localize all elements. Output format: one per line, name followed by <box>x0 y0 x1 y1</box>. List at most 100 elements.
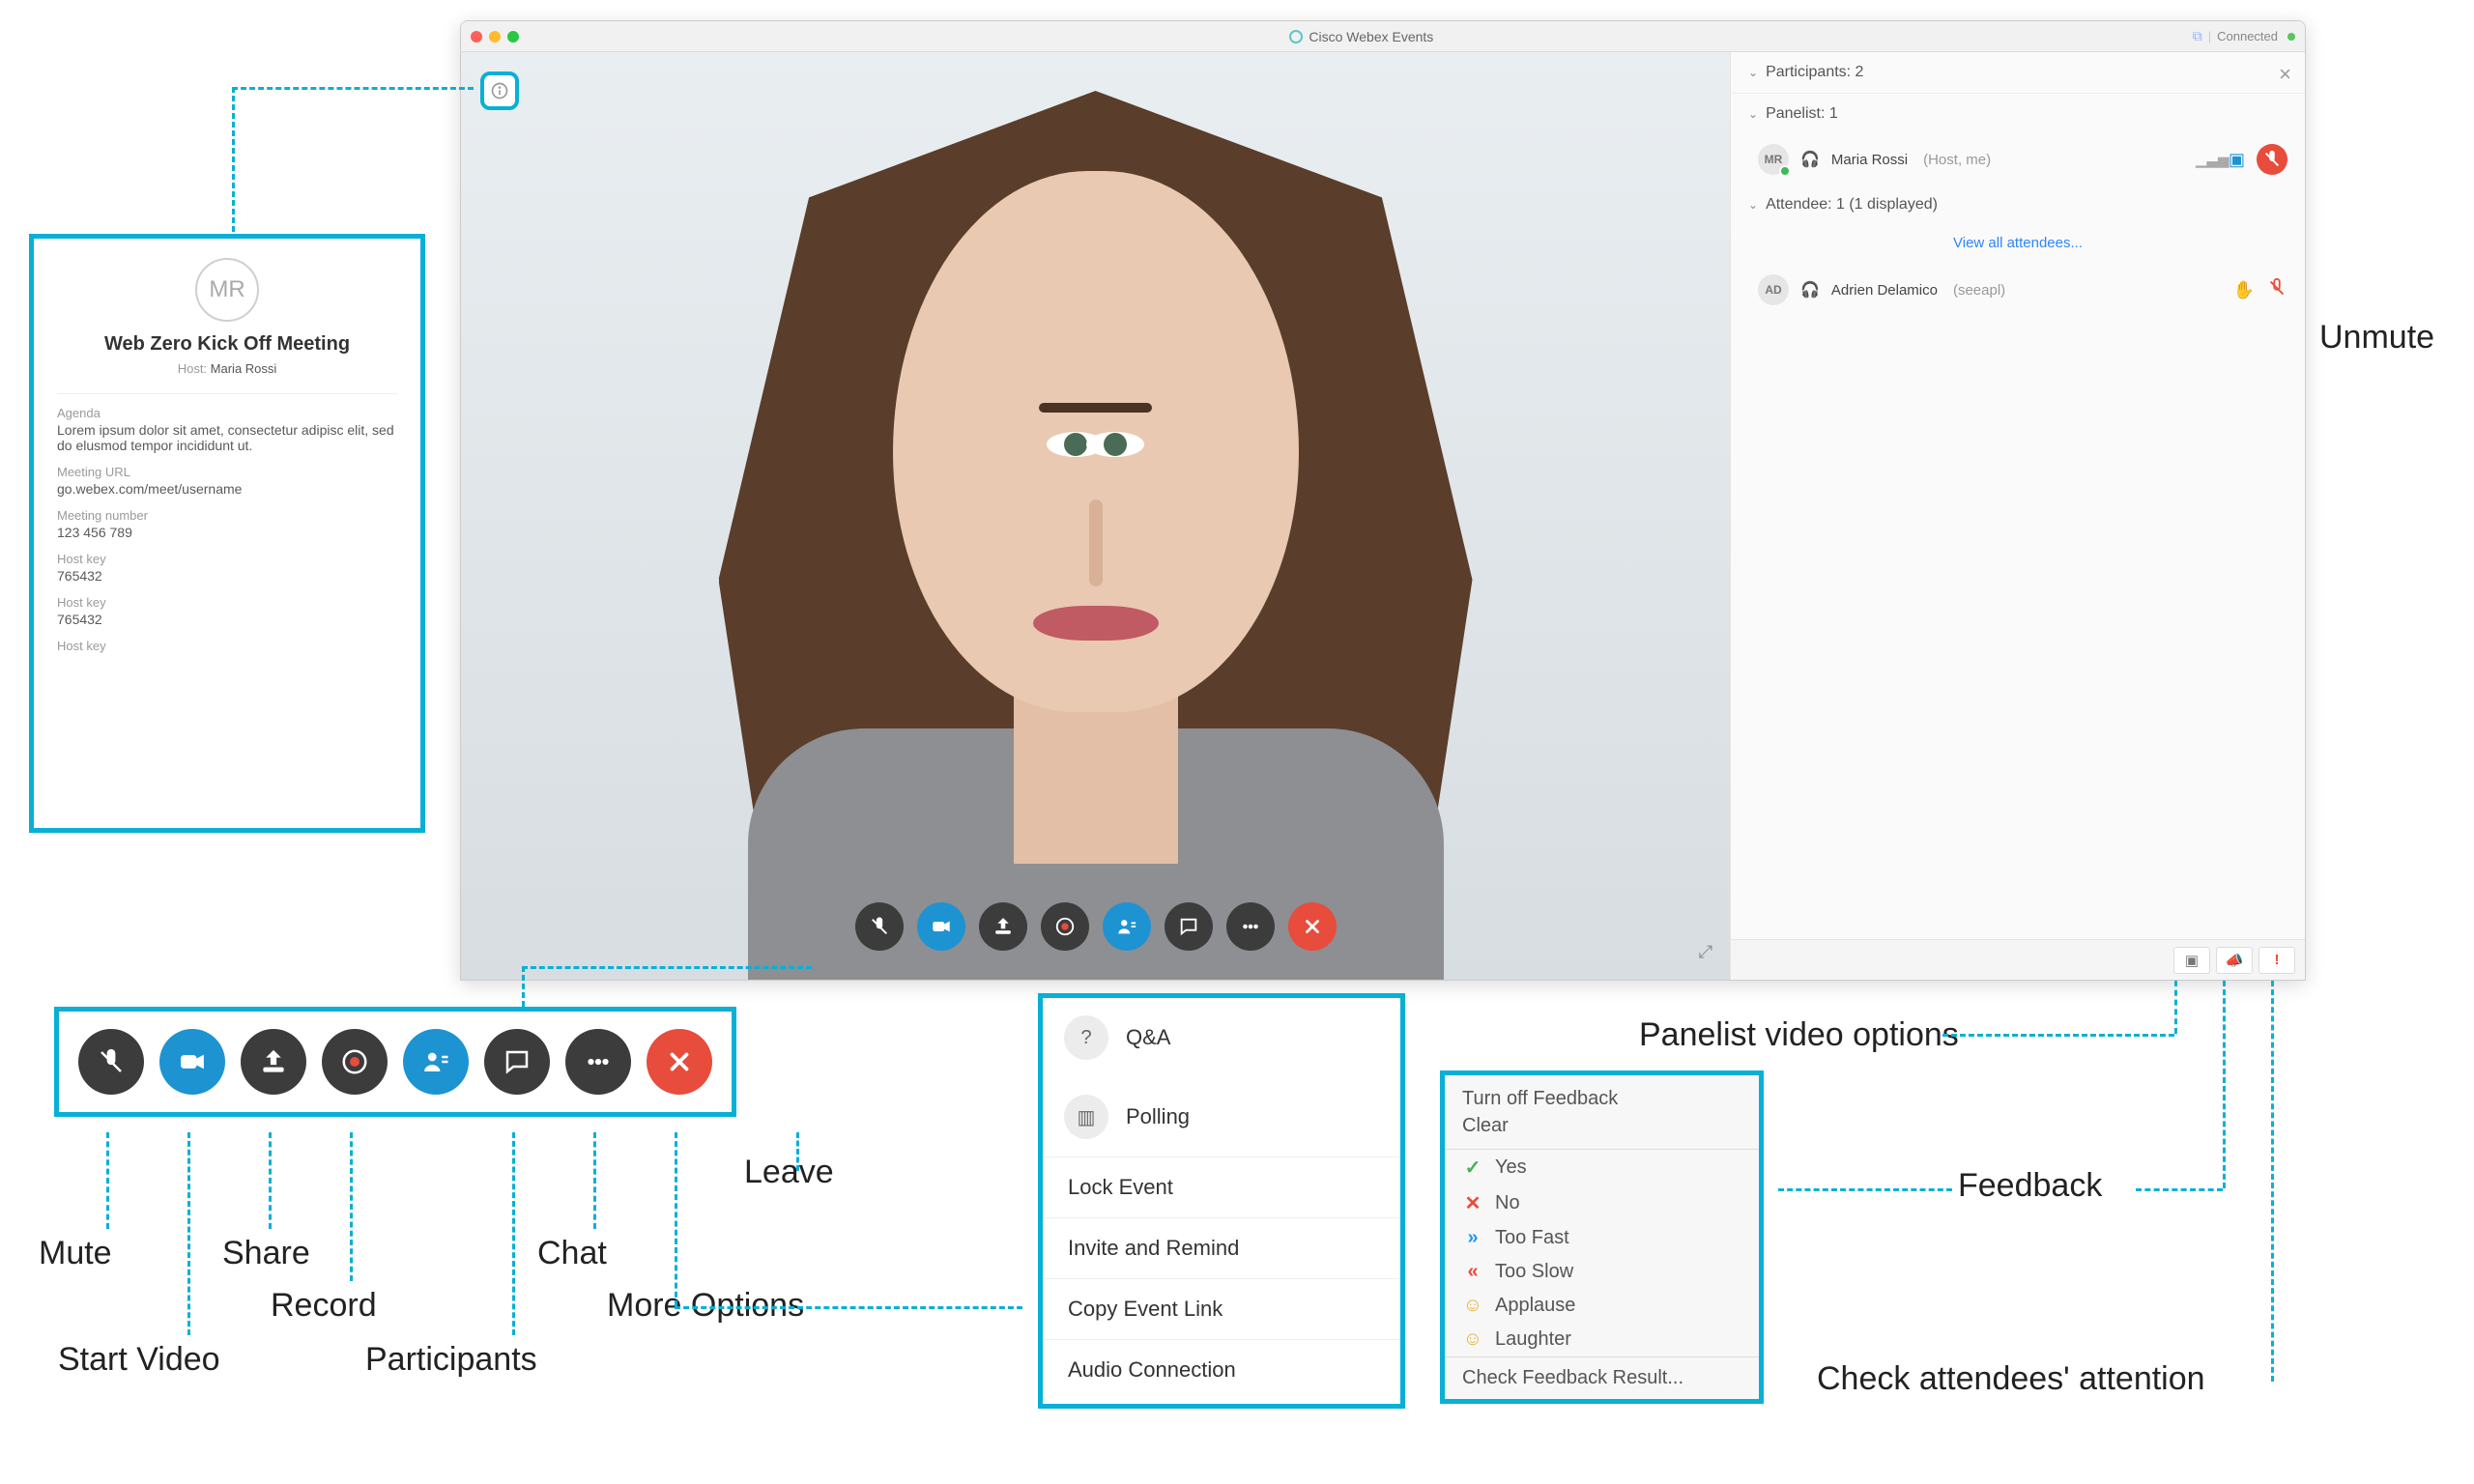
attendee-name: Adrien Delamico <box>1831 282 1938 299</box>
feedback-applause-label: Applause <box>1495 1295 1575 1317</box>
camera-icon[interactable]: ▣ <box>2229 150 2245 170</box>
connector-line <box>269 1132 272 1229</box>
share-button-large[interactable] <box>241 1029 306 1095</box>
chevron-down-icon: ⌄ <box>1748 107 1758 121</box>
window-title: Cisco Webex Events <box>531 29 2193 44</box>
app-window: Cisco Webex Events ⧉ | Connected <box>460 20 2306 981</box>
close-window-icon[interactable] <box>471 31 482 43</box>
label-record: Record <box>271 1287 377 1325</box>
attendee-row[interactable]: AD 🎧 Adrien Delamico (seeapl) ✋ <box>1731 265 2305 315</box>
feedback-yes[interactable]: ✓Yes <box>1445 1150 1759 1185</box>
feedback-too-fast[interactable]: »Too Fast <box>1445 1221 1759 1255</box>
connector-line <box>593 1132 596 1229</box>
feedback-menu: Turn off Feedback Clear ✓Yes ✕No »Too Fa… <box>1440 1070 1764 1404</box>
connector-line <box>1778 1188 1952 1191</box>
host-key-value-2: 765432 <box>57 612 397 627</box>
maximize-window-icon[interactable] <box>507 31 519 43</box>
menu-lock-event[interactable]: Lock Event <box>1043 1157 1400 1217</box>
attendee-subheader[interactable]: ⌄ Attendee: 1 (1 displayed) <box>1731 185 2305 225</box>
view-all-attendees[interactable]: View all attendees... <box>1731 225 2305 265</box>
connector-line <box>522 966 525 1007</box>
feedback-fast-label: Too Fast <box>1495 1227 1569 1249</box>
feedback-turn-off[interactable]: Turn off Feedback <box>1462 1085 1741 1112</box>
feedback-button[interactable]: 📣 <box>2216 947 2253 974</box>
call-controls <box>855 902 1337 951</box>
mute-button[interactable] <box>855 902 904 951</box>
feedback-yes-label: Yes <box>1495 1156 1527 1179</box>
mute-button-large[interactable] <box>78 1029 144 1095</box>
feedback-laugh-label: Laughter <box>1495 1328 1571 1351</box>
participants-header[interactable]: ⌄ Participants: 2 <box>1731 52 2305 94</box>
feedback-too-slow[interactable]: «Too Slow <box>1445 1255 1759 1289</box>
chat-button-large[interactable] <box>484 1029 550 1095</box>
connector-line <box>675 1132 677 1306</box>
close-panel-button[interactable]: × <box>2279 62 2291 87</box>
record-button[interactable] <box>1041 902 1089 951</box>
avatar: MR <box>1758 144 1789 175</box>
panelist-suffix: (Host, me) <box>1923 152 1991 168</box>
menu-qa[interactable]: ? Q&A <box>1043 998 1400 1077</box>
window-controls[interactable] <box>471 31 519 43</box>
record-button-large[interactable] <box>322 1029 388 1095</box>
label-mute: Mute <box>39 1235 112 1272</box>
menu-audio-connection[interactable]: Audio Connection <box>1043 1340 1400 1400</box>
agenda-label: Agenda <box>57 406 397 420</box>
label-share: Share <box>222 1235 310 1272</box>
share-button[interactable] <box>979 902 1027 951</box>
feedback-check-result[interactable]: Check Feedback Result... <box>1445 1356 1759 1399</box>
window-title-text: Cisco Webex Events <box>1309 29 1433 44</box>
popout-icon[interactable]: ⤢ <box>1699 942 1712 962</box>
raise-hand-icon[interactable]: ✋ <box>2233 280 2255 300</box>
more-options-menu: ? Q&A ▥ Polling Lock Event Invite and Re… <box>1038 993 1405 1409</box>
host-key-value: 765432 <box>57 568 397 584</box>
signal-icon: ▁▃▅ <box>2196 151 2217 168</box>
presence-icon <box>1779 165 1791 177</box>
menu-polling[interactable]: ▥ Polling <box>1043 1077 1400 1156</box>
screen-share-indicator-icon: ⧉ <box>2193 28 2202 44</box>
feedback-laughter[interactable]: ☺Laughter <box>1445 1323 1759 1356</box>
connector-line <box>2271 981 2274 1382</box>
connector-line <box>796 1132 799 1171</box>
leave-button[interactable] <box>1288 902 1337 951</box>
meeting-number-label: Meeting number <box>57 508 397 523</box>
attendee-unmute-button[interactable] <box>2266 277 2287 303</box>
panelist-count: Panelist: 1 <box>1766 105 1838 123</box>
panelist-video-options-button[interactable]: ▣ <box>2173 947 2210 974</box>
label-participants: Participants <box>365 1341 537 1379</box>
titlebar: Cisco Webex Events ⧉ | Connected <box>461 21 2305 52</box>
webex-logo-icon <box>1289 30 1303 43</box>
label-leave: Leave <box>744 1154 834 1191</box>
meeting-info-popover: MR Web Zero Kick Off Meeting Host: Maria… <box>29 234 425 833</box>
leave-button-large[interactable] <box>647 1029 712 1095</box>
participants-button[interactable] <box>1103 902 1151 951</box>
video-button-large[interactable] <box>159 1029 225 1095</box>
headset-icon: 🎧 <box>1800 280 1820 300</box>
label-unmute: Unmute <box>2319 319 2434 357</box>
menu-copy-link[interactable]: Copy Event Link <box>1043 1279 1400 1339</box>
connector-line <box>2174 981 2177 1034</box>
attendee-attention-button[interactable]: ! <box>2258 947 2295 974</box>
headset-icon: 🎧 <box>1800 150 1820 169</box>
feedback-clear[interactable]: Clear <box>1462 1112 1741 1139</box>
panelist-mute-button[interactable] <box>2257 144 2287 175</box>
host-name: Maria Rossi <box>211 361 277 376</box>
more-options-button-large[interactable] <box>565 1029 631 1095</box>
panelist-row[interactable]: MR 🎧 Maria Rossi (Host, me) ▁▃▅ ▣ <box>1731 134 2305 185</box>
panelist-subheader[interactable]: ⌄ Panelist: 1 <box>1731 94 2305 134</box>
video-button[interactable] <box>917 902 965 951</box>
feedback-no[interactable]: ✕No <box>1445 1185 1759 1221</box>
menu-invite-remind[interactable]: Invite and Remind <box>1043 1218 1400 1278</box>
view-all-link[interactable]: View all attendees... <box>1953 235 2083 251</box>
host-key-label: Host key <box>57 552 397 566</box>
avatar: MR <box>195 258 259 322</box>
meeting-info-button[interactable] <box>480 71 519 110</box>
feedback-applause[interactable]: ☺Applause <box>1445 1289 1759 1323</box>
participants-button-large[interactable] <box>403 1029 469 1095</box>
connector-line <box>522 966 812 969</box>
label-start-video: Start Video <box>58 1341 220 1379</box>
more-options-button[interactable] <box>1226 902 1275 951</box>
participants-count: Participants: 2 <box>1766 64 1863 81</box>
minimize-window-icon[interactable] <box>489 31 501 43</box>
chat-button[interactable] <box>1165 902 1213 951</box>
participants-panel: × ⌄ Participants: 2 ⌄ Panelist: 1 MR 🎧 M… <box>1730 52 2305 980</box>
